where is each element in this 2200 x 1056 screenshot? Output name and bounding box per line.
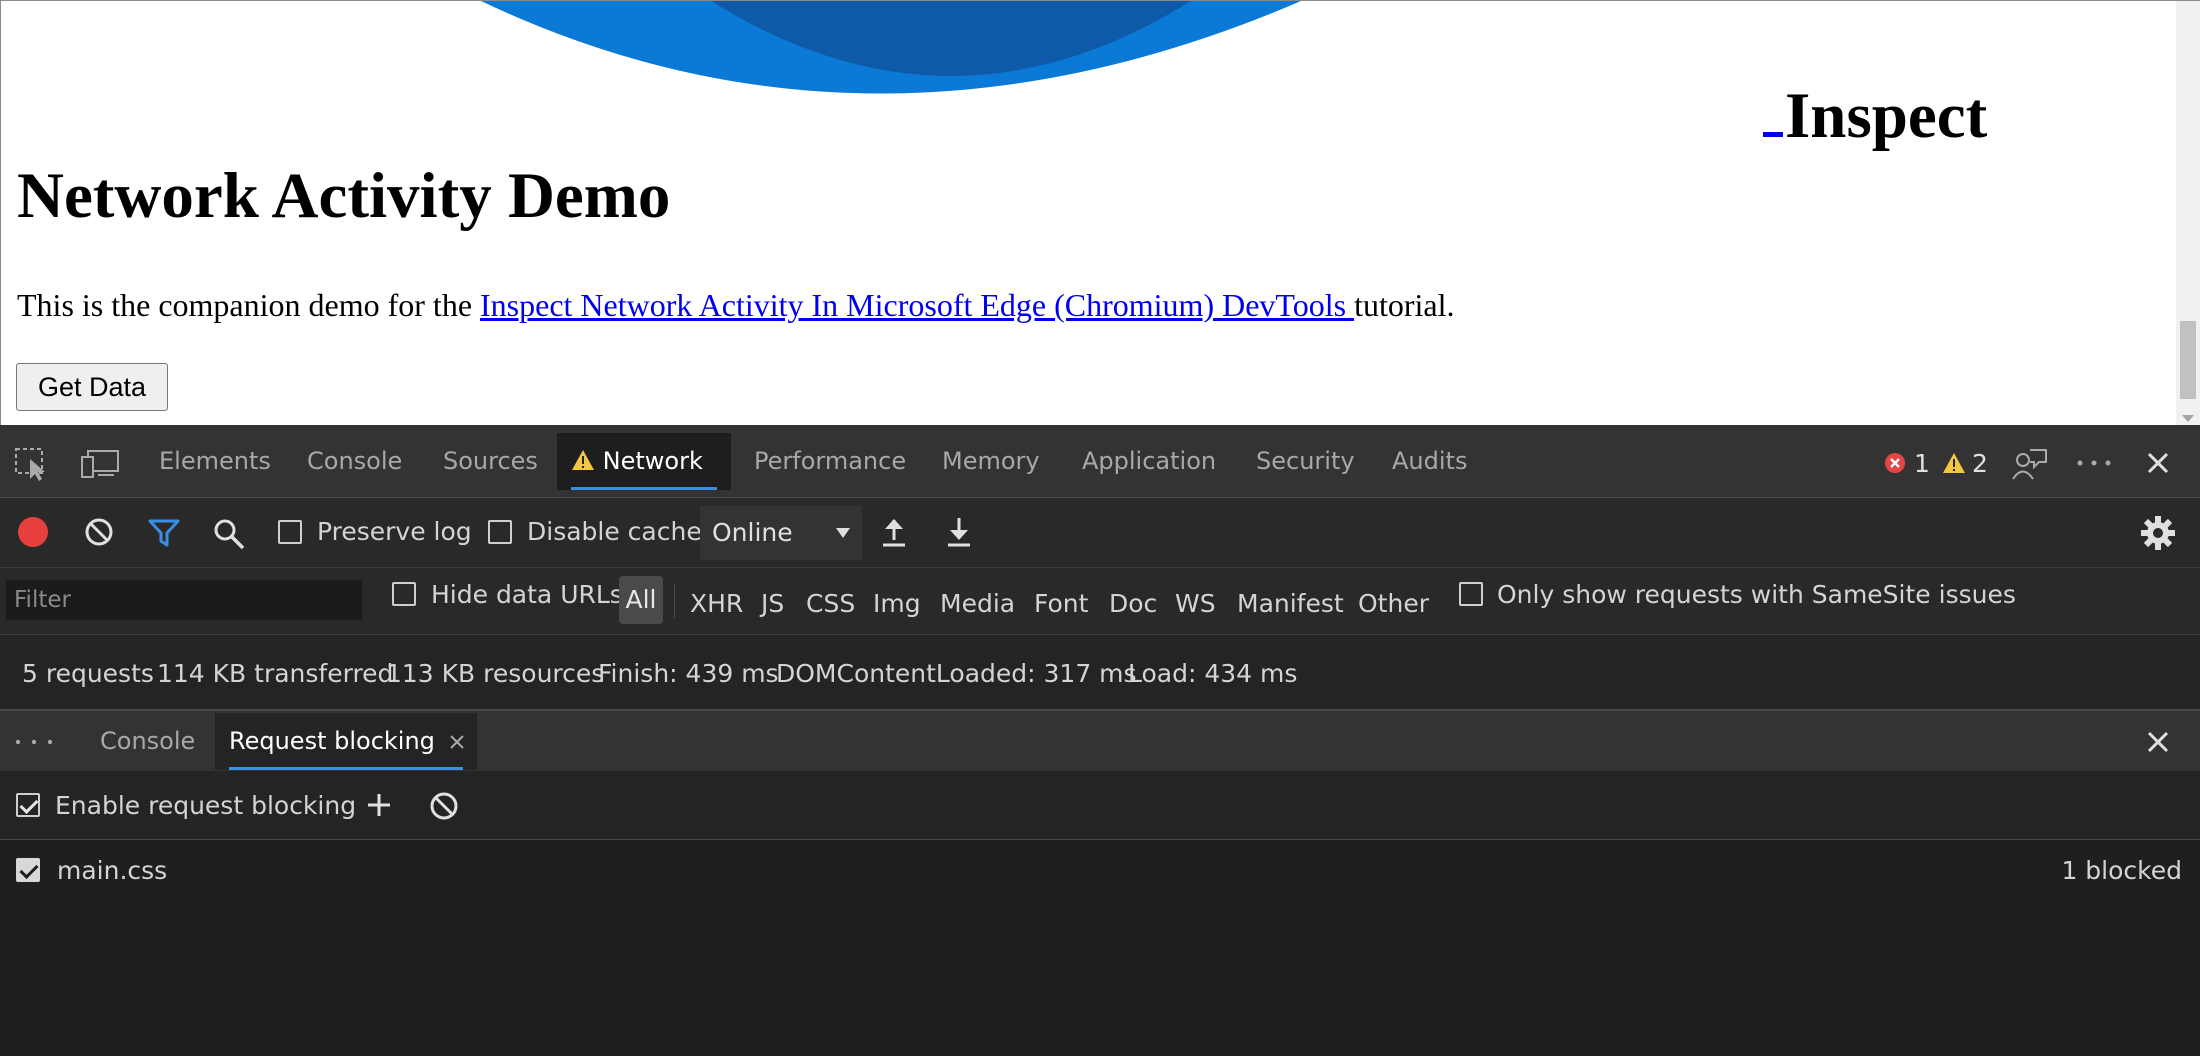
remove-all-patterns-icon[interactable] <box>429 791 459 821</box>
filter-input[interactable] <box>6 580 362 620</box>
type-filter-img[interactable]: Img <box>873 589 921 618</box>
warning-count[interactable]: 2 <box>1972 449 1988 478</box>
tab-memory[interactable]: Memory <box>928 433 1054 490</box>
tab-audits[interactable]: Audits <box>1378 433 1481 490</box>
more-options-icon[interactable] <box>2076 459 2112 467</box>
samesite-checkbox[interactable] <box>1459 582 1483 606</box>
devtools-tabbar: Elements Console Sources Network Perform… <box>0 425 2200 498</box>
network-summary: 5 requests 114 KB transferred 113 KB res… <box>0 635 2200 710</box>
type-filter-other[interactable]: Other <box>1358 589 1429 618</box>
enable-blocking-label[interactable]: Enable request blocking <box>55 791 356 820</box>
devtools-panel: Elements Console Sources Network Perform… <box>0 425 2200 1056</box>
tab-sources[interactable]: Sources <box>429 433 552 490</box>
pattern-status: 1 blocked <box>2061 856 2182 885</box>
export-har-icon[interactable] <box>945 516 973 548</box>
drawer-tab-console[interactable]: Console <box>86 713 209 770</box>
tab-network-label: Network <box>602 447 703 475</box>
enable-blocking-checkbox[interactable] <box>16 793 40 817</box>
type-filter-all[interactable]: All <box>619 576 663 624</box>
summary-transferred: 114 KB transferred <box>157 659 394 688</box>
disable-cache-checkbox[interactable] <box>488 520 512 544</box>
warning-count-icon[interactable] <box>1942 452 1966 474</box>
drawer-tab-label: Request blocking <box>229 727 435 755</box>
anchor-link[interactable] <box>1763 132 1783 137</box>
throttling-select[interactable]: Online <box>700 506 862 560</box>
page-title: Network Activity Demo <box>17 160 671 232</box>
type-filter-manifest[interactable]: Manifest <box>1237 589 1344 618</box>
feedback-icon[interactable] <box>2012 447 2048 481</box>
type-filter-font[interactable]: Font <box>1034 589 1088 618</box>
pattern-text[interactable]: main.css <box>57 856 167 885</box>
divider <box>674 584 675 618</box>
blocking-pattern-list: main.css 1 blocked <box>0 840 2200 1056</box>
network-toolbar: Preserve log Disable cache Online <box>0 498 2200 568</box>
tab-console[interactable]: Console <box>293 433 416 490</box>
logo-image <box>481 1 1301 94</box>
intro-suffix: tutorial. <box>1354 287 1455 323</box>
tab-application[interactable]: Application <box>1068 433 1230 490</box>
throttling-value: Online <box>712 518 793 547</box>
warning-icon <box>572 450 594 470</box>
clear-icon[interactable] <box>84 517 114 547</box>
device-toolbar-icon[interactable] <box>80 449 120 479</box>
settings-gear-icon[interactable] <box>2140 515 2176 551</box>
tab-elements[interactable]: Elements <box>145 433 285 490</box>
type-filter-ws[interactable]: WS <box>1175 589 1216 618</box>
get-data-button[interactable]: Get Data <box>16 363 168 411</box>
type-filter-media[interactable]: Media <box>940 589 1015 618</box>
preserve-log-label[interactable]: Preserve log <box>317 517 472 546</box>
record-icon[interactable] <box>16 515 50 549</box>
close-devtools-icon[interactable] <box>2146 451 2170 475</box>
chevron-down-icon <box>836 528 850 538</box>
summary-domcontentloaded: DOMContentLoaded: 317 ms <box>776 659 1137 688</box>
hide-data-urls-checkbox[interactable] <box>392 582 416 606</box>
tab-performance[interactable]: Performance <box>740 433 920 490</box>
add-pattern-icon[interactable] <box>366 792 392 818</box>
type-filter-css[interactable]: CSS <box>806 589 855 618</box>
summary-load: Load: 434 ms <box>1128 659 1298 688</box>
summary-requests: 5 requests <box>22 659 154 688</box>
disable-cache-label[interactable]: Disable cache <box>527 517 702 546</box>
preserve-log-checkbox[interactable] <box>278 520 302 544</box>
scroll-down-arrow[interactable] <box>2182 415 2194 422</box>
intro-text: This is the companion demo for the <box>17 287 481 323</box>
type-filter-js[interactable]: JS <box>761 589 784 618</box>
search-icon[interactable] <box>212 517 246 551</box>
drawer-more-icon[interactable] <box>14 738 54 746</box>
tutorial-link[interactable]: Inspect Network Activity In Microsoft Ed… <box>480 287 1354 323</box>
page-viewport: Inspect Network Activity Demo This is th… <box>0 0 2200 425</box>
inspect-element-icon[interactable] <box>14 447 50 481</box>
page-intro: This is the companion demo for the Inspe… <box>17 287 1454 324</box>
tab-security[interactable]: Security <box>1242 433 1369 490</box>
tab-network[interactable]: Network <box>557 433 731 490</box>
filter-icon[interactable] <box>148 518 180 548</box>
request-blocking-toolbar: Enable request blocking <box>0 771 2200 840</box>
close-tab-icon[interactable] <box>449 734 465 750</box>
summary-resources: 113 KB resources <box>386 659 605 688</box>
error-count[interactable]: 1 <box>1914 449 1930 478</box>
import-har-icon[interactable] <box>880 516 908 548</box>
inspect-heading: Inspect <box>1763 79 1987 154</box>
summary-finish: Finish: 439 ms <box>598 659 779 688</box>
pattern-enabled-checkbox[interactable] <box>16 858 40 882</box>
filter-bar: Hide data URLs All XHR JS CSS Img Media … <box>0 568 2200 635</box>
error-icon[interactable] <box>1884 452 1906 474</box>
scrollbar-thumb[interactable] <box>2180 321 2196 399</box>
page-scrollbar[interactable] <box>2176 1 2200 425</box>
hide-data-urls-label[interactable]: Hide data URLs <box>431 580 623 609</box>
drawer-tab-request-blocking[interactable]: Request blocking <box>215 713 477 770</box>
type-filter-xhr[interactable]: XHR <box>690 589 743 618</box>
samesite-label[interactable]: Only show requests with SameSite issues <box>1497 580 2016 609</box>
type-filter-doc[interactable]: Doc <box>1109 589 1157 618</box>
close-drawer-icon[interactable] <box>2146 730 2170 754</box>
drawer-tabbar: Console Request blocking <box>0 710 2200 771</box>
